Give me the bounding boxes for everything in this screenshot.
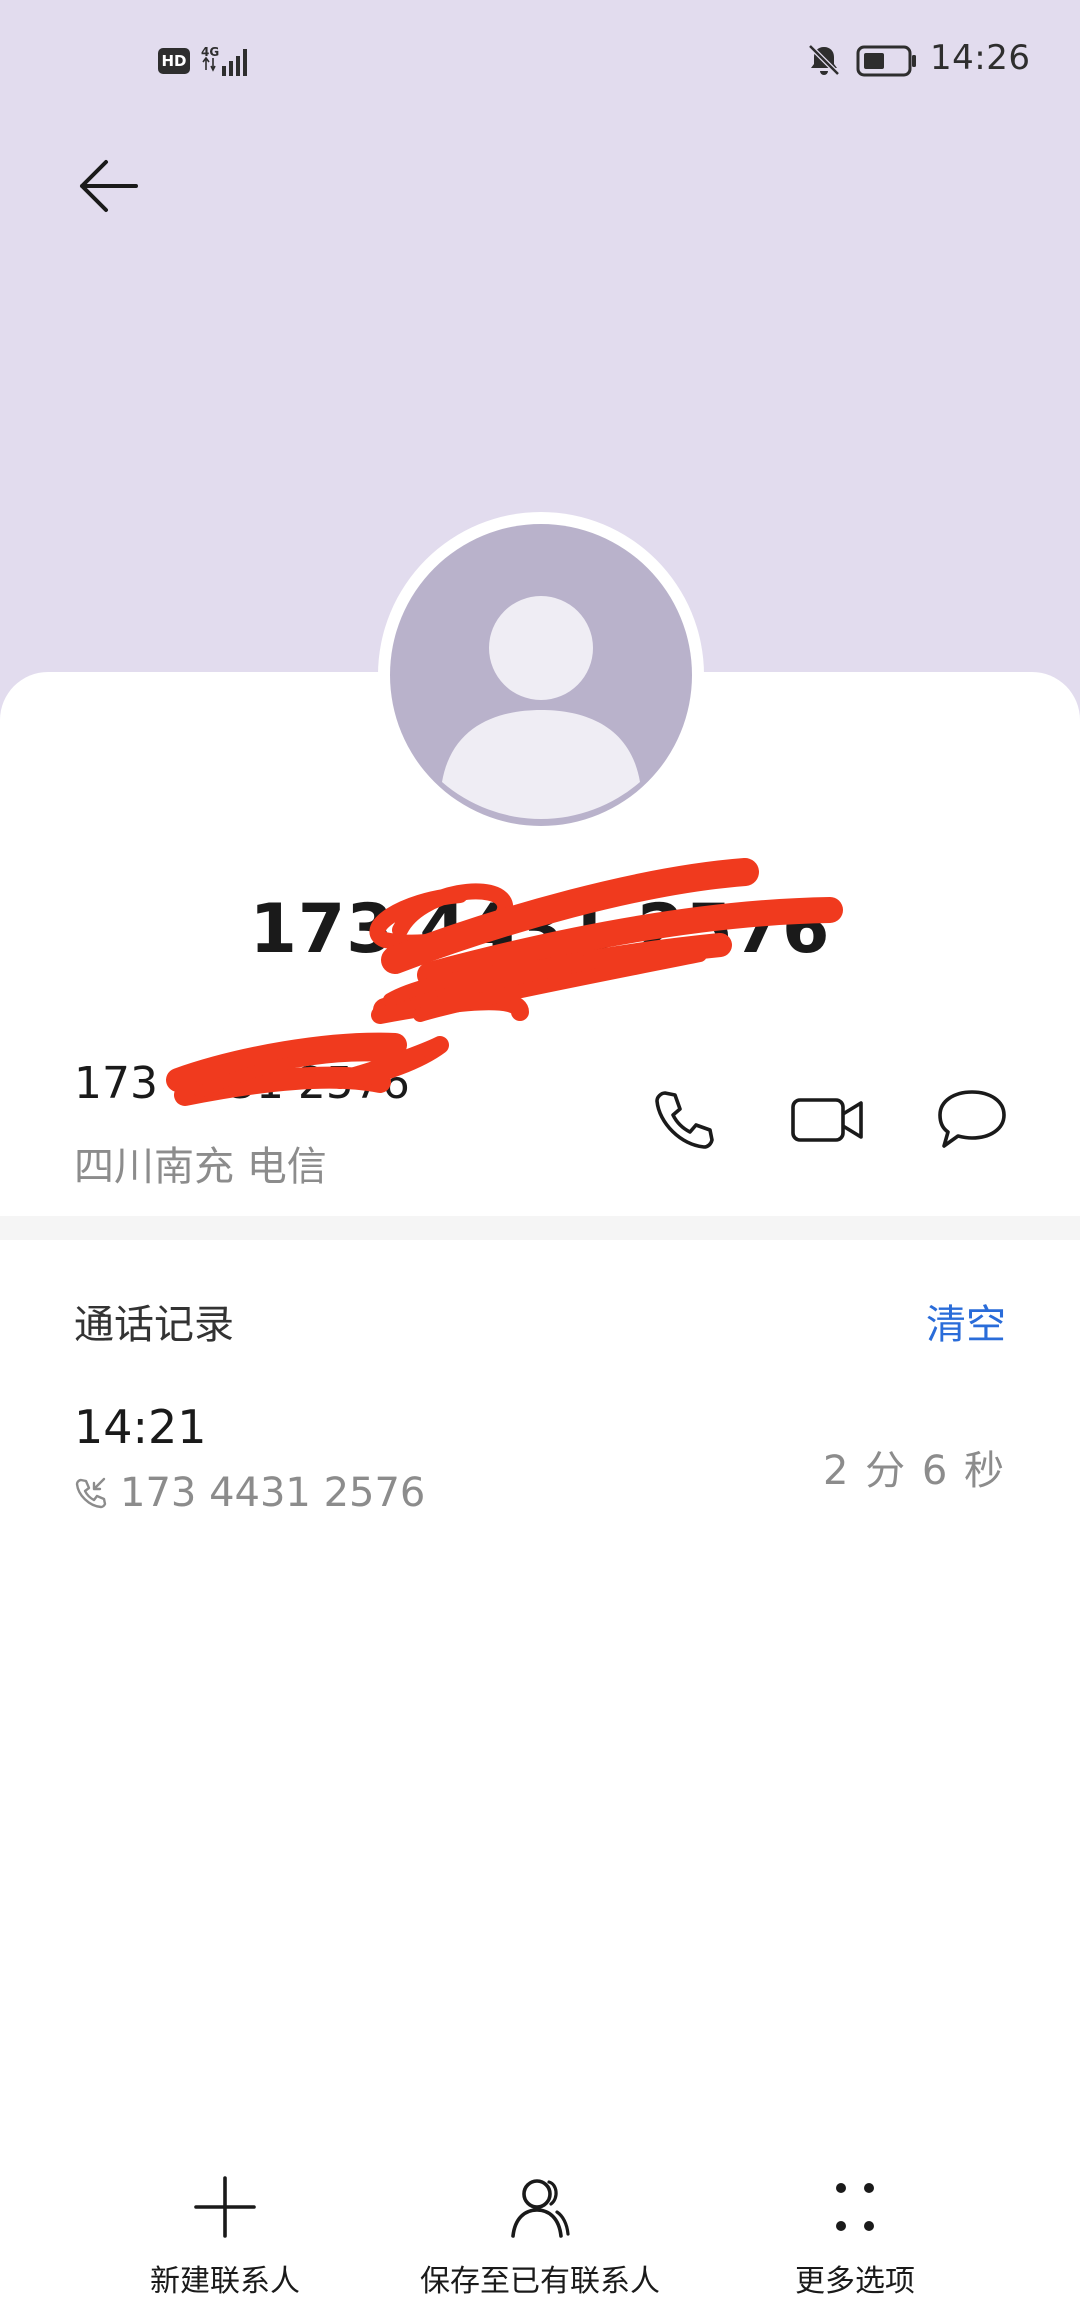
avatar [378,512,704,838]
call-record-duration: 2 分 6 秒 [822,1448,1006,1494]
plus-icon [194,2176,256,2238]
call-button[interactable] [636,1072,732,1168]
more-dots-icon [836,2183,874,2231]
bell-off-icon [808,44,840,76]
arrow-left-icon [80,160,138,212]
contact-detail-page: HD 4G 14:26 173 4431 2576 173 4431 2576 … [0,0,1080,2310]
battery-icon [856,45,916,77]
phone-location: 四川南充 电信 [74,1144,327,1190]
add-to-contact-icon [511,2179,570,2238]
signal-strength-icon: 4G [201,45,247,76]
call-record-time: 14:21 [74,1400,207,1454]
new-contact-button[interactable]: 新建联系人 [140,2160,310,2310]
status-bar: HD 4G 14:26 [0,0,1080,120]
save-to-existing-contact-label: 保存至已有联系人 [420,2264,660,2299]
more-options-label: 更多选项 [795,2264,915,2299]
contact-display-number: 173 4431 2576 [249,890,831,969]
hd-voice-badge: HD [158,48,190,74]
more-options-button[interactable]: 更多选项 [770,2160,940,2310]
call-log-title: 通话记录 [74,1302,234,1348]
contact-phone-number[interactable]: 173 4431 2576 [74,1058,410,1109]
person-placeholder-icon [442,596,640,819]
clear-call-log-button[interactable]: 清空 [926,1292,1006,1350]
message-button[interactable] [924,1072,1020,1168]
back-button[interactable] [66,148,150,224]
network-type-label: 4G [201,45,219,59]
video-camera-icon [791,1098,863,1142]
save-to-existing-contact-button[interactable]: 保存至已有联系人 [400,2160,680,2310]
call-record-number: 173 4431 2576 [120,1470,426,1516]
new-contact-label: 新建联系人 [150,2264,300,2299]
chat-bubble-icon [938,1090,1006,1148]
video-call-button[interactable] [780,1072,876,1168]
incoming-call-icon [75,1477,107,1509]
phone-icon [655,1091,714,1149]
bottom-action-bar: 新建联系人 保存至已有联系人 更多选项 [0,2160,1080,2310]
call-record-item[interactable]: 14:21 173 4431 2576 2 分 6 秒 [0,1380,1080,1530]
status-clock: 14:26 [930,38,1031,78]
section-divider [0,1216,1080,1240]
